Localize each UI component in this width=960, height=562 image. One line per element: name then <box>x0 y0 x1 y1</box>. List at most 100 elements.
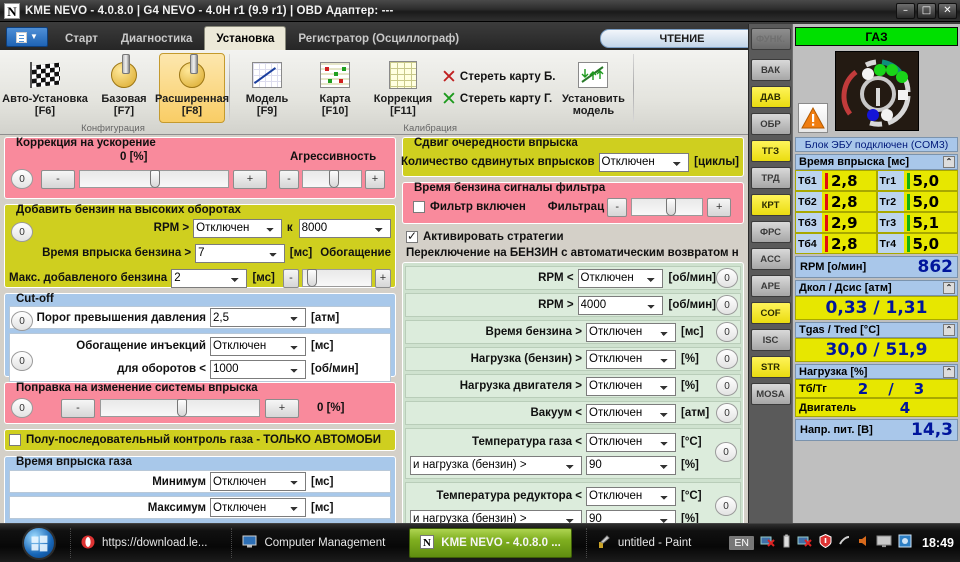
side-tab-trd[interactable]: ТРД <box>750 167 791 189</box>
strategy-rpm-below-select[interactable]: Отключен <box>577 268 664 288</box>
strategy-vacuum-badge[interactable]: 0 <box>716 403 738 423</box>
shifted-injections-select[interactable]: Отключен <box>598 152 690 172</box>
strategy-petrol-time-badge[interactable]: 0 <box>716 322 738 342</box>
tab-recorder[interactable]: Регистратор (Осциллограф) <box>287 28 470 50</box>
side-tab-ape[interactable]: APE <box>750 275 791 297</box>
strategy-gas-temp-load-value-select[interactable]: 90 <box>586 455 676 475</box>
speaker-icon[interactable] <box>857 534 870 553</box>
volume-icon[interactable] <box>838 534 851 553</box>
max-added-petrol-select[interactable]: 2 <box>171 268 248 288</box>
side-tab-tgz[interactable]: ТГЗ <box>750 140 791 162</box>
aggression-minus-button[interactable]: - <box>279 169 299 189</box>
accel-minus-button[interactable]: - <box>41 169 75 189</box>
semi-sequential-row[interactable]: Полу-последовательный контроль газа - ТО… <box>4 429 396 451</box>
injection-change-plus-button[interactable]: + <box>265 398 299 418</box>
semi-sequential-checkbox[interactable] <box>9 434 21 446</box>
enrichment-slider[interactable] <box>301 269 372 287</box>
strategy-rpm-below-badge[interactable]: 0 <box>716 268 738 288</box>
pin-icon-injection[interactable]: ⌃ <box>943 156 955 168</box>
windows-orb-icon[interactable] <box>22 526 56 560</box>
strategy-reducer-temp-select[interactable]: Отключен <box>586 486 676 506</box>
side-tab-str[interactable]: STR <box>750 356 791 378</box>
close-button[interactable]: ✕ <box>938 3 957 19</box>
side-tab-mosa[interactable]: MOSA <box>750 383 791 405</box>
ribbon-auto-setup[interactable]: Авто-Установка [F6] <box>1 53 89 123</box>
network-error-icon[interactable] <box>797 534 813 553</box>
filtration-slider[interactable] <box>631 198 704 216</box>
strategy-petrol-load-badge[interactable]: 0 <box>716 349 738 369</box>
strategy-engine-load-badge[interactable]: 0 <box>716 376 738 396</box>
battery-icon[interactable] <box>782 534 791 553</box>
erase-gas-map-button[interactable]: ✕ Стереть карту Г. <box>437 88 559 110</box>
injection-change-slider[interactable] <box>100 399 260 417</box>
ribbon-map[interactable]: Карта [F10] <box>302 53 368 123</box>
accel-plus-button[interactable]: + <box>233 169 267 189</box>
taskbar-item-kme-nevo[interactable]: N KME NEVO - 4.0.8.0 ... <box>409 528 572 558</box>
ribbon-advanced[interactable]: Расширенная [F8] <box>155 53 229 123</box>
pressure-excess-select[interactable]: 2,5 <box>210 308 306 327</box>
pin-icon-pressure[interactable]: ⌃ <box>943 282 955 294</box>
monitor-icon[interactable] <box>876 534 892 553</box>
gas-max-select[interactable]: Отключен <box>210 498 306 517</box>
strategy-vacuum-select[interactable]: Отключен <box>586 403 676 423</box>
cutoff-badge-1[interactable]: 0 <box>11 311 33 331</box>
taskbar-item-computer-management[interactable]: Computer Management <box>231 528 395 558</box>
erase-petrol-map-button[interactable]: ✕ Стереть карту Б. <box>437 66 559 88</box>
side-tab-cof[interactable]: COF <box>750 302 791 324</box>
strategy-engine-load-select[interactable]: Отключен <box>586 376 676 396</box>
rpm-upper-select[interactable]: 8000 <box>298 218 391 238</box>
side-tab-vak[interactable]: ВАК <box>750 59 791 81</box>
strategy-reducer-and-load-select[interactable]: и нагрузка (бензин) > <box>410 509 582 523</box>
strategy-gas-temp-select[interactable]: Отключен <box>586 432 676 452</box>
application-menu-button[interactable]: ▼ <box>6 27 48 47</box>
filtration-minus-button[interactable]: - <box>607 197 628 217</box>
strategy-reducer-load-value-select[interactable]: 90 <box>586 509 676 523</box>
strategy-rpm-above-select[interactable]: 4000 <box>577 295 664 315</box>
pin-icon-load[interactable]: ⌃ <box>943 366 955 378</box>
side-tab-frs[interactable]: ФРС <box>750 221 791 243</box>
tab-installation[interactable]: Установка <box>204 26 287 50</box>
aggression-plus-button[interactable]: + <box>365 169 385 189</box>
app-icon[interactable] <box>898 534 912 553</box>
side-tab-obr[interactable]: ОБР <box>750 113 791 135</box>
strategy-gas-temp-badge[interactable]: 0 <box>715 442 737 462</box>
injection-change-badge[interactable]: 0 <box>11 398 33 418</box>
accel-reset-badge[interactable]: 0 <box>11 169 33 189</box>
enrichment-plus-button[interactable]: + <box>374 268 391 288</box>
ribbon-model[interactable]: Модель [F9] <box>234 53 300 123</box>
injection-enrichment-select[interactable]: Отключен <box>210 336 306 356</box>
rotary-switch-gauge[interactable] <box>835 51 919 131</box>
side-tab-krt[interactable]: КРТ <box>750 194 791 216</box>
side-tab-dav[interactable]: ДАВ <box>750 86 791 108</box>
strategy-gas-temp-and-load-select[interactable]: и нагрузка (бензин) > <box>410 455 582 475</box>
activate-strategies-checkbox[interactable] <box>406 229 418 243</box>
taskbar-clock[interactable]: 18:49 <box>922 536 954 550</box>
injection-change-minus-button[interactable]: - <box>61 398 95 418</box>
ribbon-set-model[interactable]: Установить модель <box>560 53 626 123</box>
taskbar-item-paint[interactable]: untitled - Paint <box>585 528 702 558</box>
read-button[interactable]: ЧТЕНИЕ <box>600 29 764 48</box>
tab-start[interactable]: Старт <box>54 28 109 50</box>
taskbar-item-browser[interactable]: https://download.le... <box>70 528 217 558</box>
ribbon-basic[interactable]: Базовая [F7] <box>91 53 157 123</box>
petrol-inj-time-select[interactable]: 7 <box>195 243 285 263</box>
filter-enabled-checkbox[interactable] <box>413 201 425 213</box>
language-indicator[interactable]: EN <box>729 536 755 550</box>
aggression-slider[interactable] <box>302 170 362 188</box>
security-shield-icon[interactable] <box>819 533 832 553</box>
ribbon-correction[interactable]: Коррекция [F11] <box>370 53 436 123</box>
accel-slider[interactable] <box>79 170 229 188</box>
minimize-button[interactable]: – <box>896 3 915 19</box>
strategy-reducer-temp-badge[interactable]: 0 <box>715 496 737 516</box>
gas-min-select[interactable]: Отключен <box>210 472 306 491</box>
tab-diagnostics[interactable]: Диагностика <box>110 28 204 50</box>
side-tab-isc[interactable]: ISC <box>750 329 791 351</box>
cutoff-badge-2[interactable]: 0 <box>11 351 33 371</box>
strategy-petrol-time-select[interactable]: Отключен <box>586 322 676 342</box>
add-petrol-badge[interactable]: 0 <box>11 222 33 242</box>
rpm-threshold-select[interactable]: Отключен <box>193 218 282 238</box>
enrichment-minus-button[interactable]: - <box>282 268 299 288</box>
filtration-plus-button[interactable]: + <box>707 197 732 217</box>
network-disconnected-icon[interactable] <box>760 534 776 553</box>
for-rpm-below-select[interactable]: 1000 <box>210 359 306 379</box>
